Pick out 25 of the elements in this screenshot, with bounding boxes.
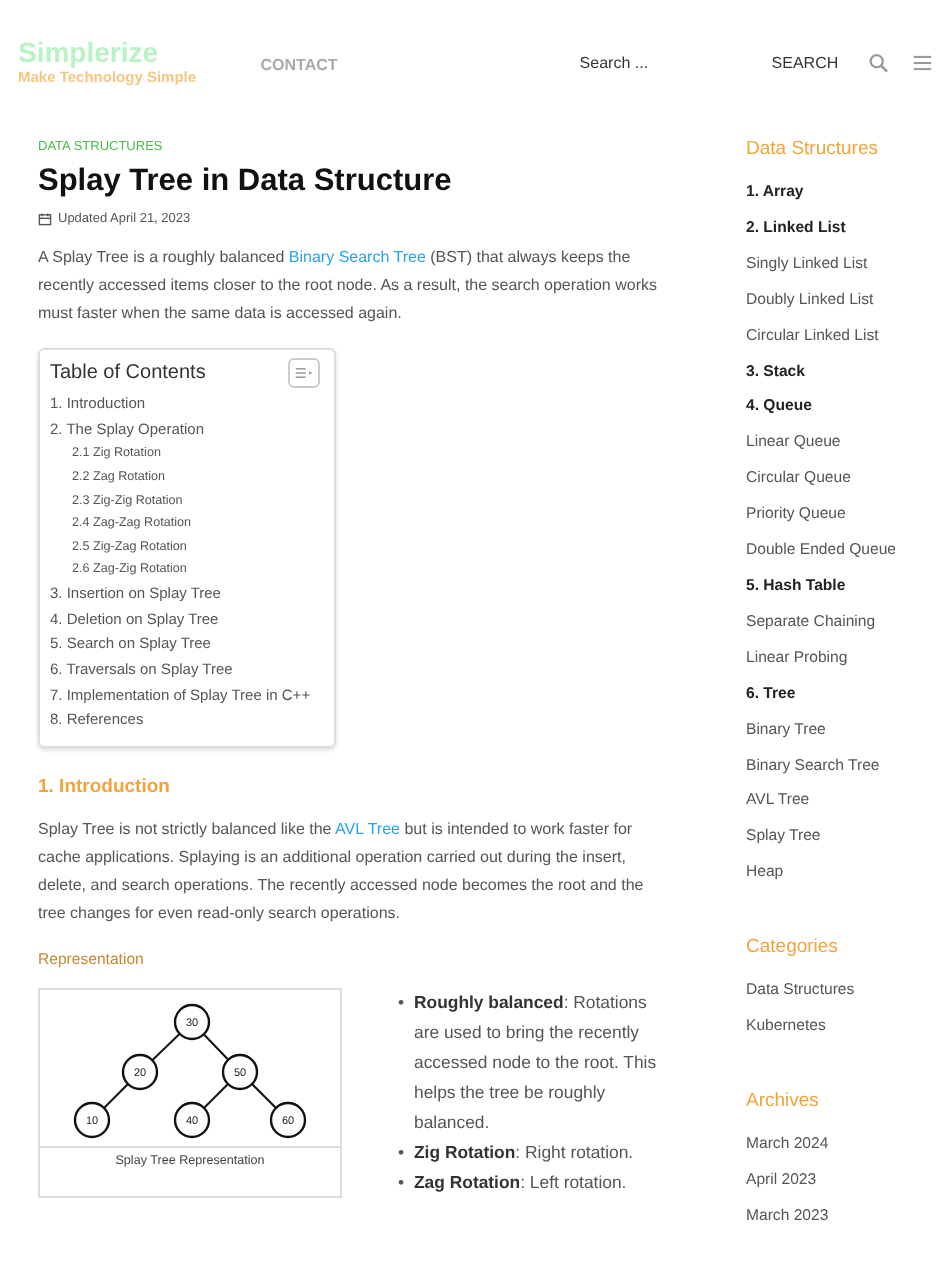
tree-edge <box>202 1033 230 1062</box>
bullet-text: Zig Rotation: Right rotation. <box>414 1140 636 1167</box>
bullet-text: Zag Rotation: Left rotation. <box>414 1170 629 1197</box>
widget-title: Categories <box>746 934 840 963</box>
paragraph: Splay Tree is not strictly balanced like the AVL Tree but is intended to work faster for cache applications. Splaying is an additional operation carried out during the insert, delete, and search operations. The recently accessed node becomes the root and the tree changes for even read-only search operations. <box>38 818 646 927</box>
paragraph: A Splay Tree is a roughly balanced Binary Search Tree (BST) that always keeps the recently accessed items closer to the root node. As a result, the search operation works must faster when the same data is accessed again. <box>38 246 659 326</box>
bullet-text: Roughly balanced: Rotations are used to bring the recently accessed node to the root. This helps the tree be roughly balanced. <box>414 990 658 1137</box>
bullet-marker: • <box>398 990 407 1017</box>
search-button[interactable]: SEARCH <box>763 47 847 77</box>
toc-title: Table of Contents <box>50 362 206 384</box>
bullet-marker: • <box>398 1140 407 1167</box>
menu-icon[interactable] <box>911 51 932 73</box>
tree-edge <box>203 1083 229 1110</box>
list-icon <box>294 366 314 380</box>
tree-edge <box>151 1033 181 1062</box>
tree-edge <box>103 1083 129 1110</box>
widget-title: Data Structures <box>746 136 880 164</box>
article-title: Splay Tree in Data Structure <box>38 162 454 202</box>
toc-toggle-button[interactable] <box>288 358 320 388</box>
calendar-icon <box>38 212 52 226</box>
tree-edge <box>251 1083 277 1110</box>
bullet-marker: • <box>398 1170 407 1197</box>
section-heading: 1. Introduction <box>38 776 172 799</box>
search-icon[interactable] <box>868 51 890 73</box>
widget-title: Archives <box>746 1087 821 1116</box>
